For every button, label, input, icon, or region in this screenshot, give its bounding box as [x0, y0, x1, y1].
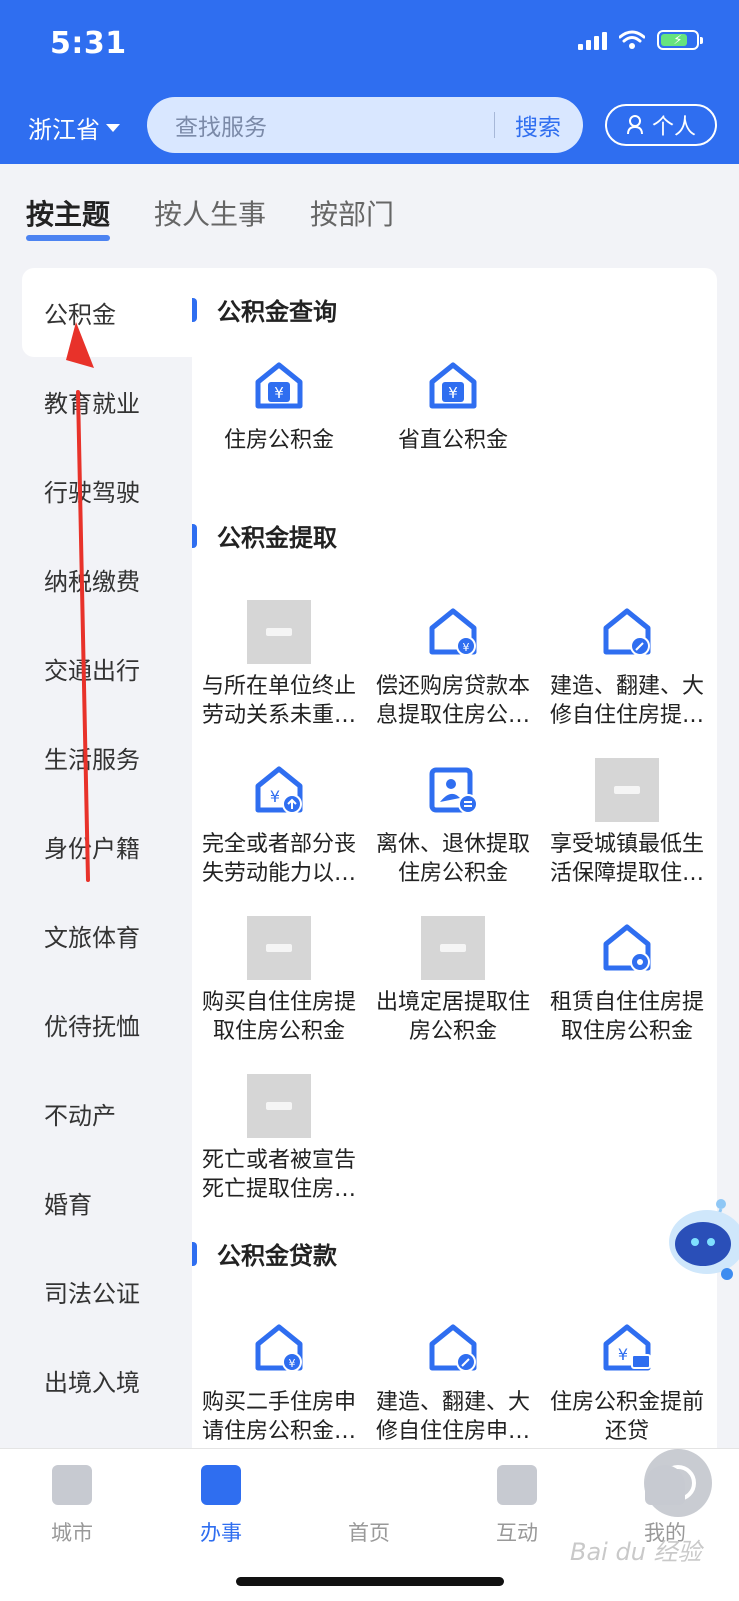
- service-item[interactable]: 死亡或者被宣告死亡提取住房公积金: [192, 1074, 366, 1204]
- sidebar-item-education[interactable]: 教育就业: [0, 357, 192, 446]
- image-placeholder: [421, 916, 485, 980]
- section-title: 公积金贷款: [192, 1236, 337, 1271]
- section-title: 公积金查询: [192, 292, 337, 327]
- top-header: 5:31 ⚡ 浙江省 查找服务 搜索 个人: [0, 0, 739, 164]
- house-hammer-icon: [421, 1316, 485, 1380]
- search-input[interactable]: 查找服务: [175, 108, 494, 142]
- sidebar-item-housing-fund[interactable]: 公积金: [22, 268, 192, 357]
- svg-text:¥: ¥: [463, 641, 470, 654]
- sidebar-item-preferential[interactable]: 优待抚恤: [0, 980, 192, 1069]
- status-time: 5:31: [50, 26, 127, 61]
- image-placeholder: [247, 1074, 311, 1138]
- nav-home[interactable]: 首页: [309, 1449, 712, 1547]
- image-placeholder: [595, 758, 659, 822]
- service-item[interactable]: 建造、翻建、大修自住住房提取住房公积金: [540, 600, 714, 730]
- house-yuan-card-icon: ¥: [595, 1316, 659, 1380]
- sidebar-item-driving[interactable]: 行驶驾驶: [0, 446, 192, 535]
- house-yuan-icon: ¥: [421, 354, 485, 418]
- robot-assistant-icon[interactable]: [665, 1190, 739, 1290]
- sidebar-item-transport[interactable]: 交通出行: [0, 624, 192, 713]
- category-tabs: 按主题 按人生事 按部门: [26, 193, 394, 241]
- watermark-text: Bai du 经验: [570, 1538, 702, 1566]
- service-item[interactable]: ¥ 住房公积金: [192, 354, 366, 455]
- building-icon: [52, 1465, 92, 1505]
- status-icons: ⚡: [578, 30, 703, 50]
- chevron-down-icon: [106, 123, 120, 132]
- svg-text:¥: ¥: [270, 787, 280, 806]
- house-badge-icon: [595, 916, 659, 980]
- cellular-signal-icon: [578, 30, 607, 50]
- chat-icon: [497, 1465, 537, 1505]
- province-label: 浙江省: [28, 116, 100, 144]
- service-item[interactable]: 租赁自住住房提取住房公积金: [540, 916, 714, 1046]
- house-hammer-icon: [595, 600, 659, 664]
- sidebar-item-exit-entry[interactable]: 出境入境: [0, 1336, 192, 1425]
- service-item[interactable]: ¥ 住房公积金提前还贷: [540, 1316, 714, 1446]
- nav-services[interactable]: 办事: [161, 1465, 281, 1547]
- svg-text:¥: ¥: [289, 1357, 296, 1370]
- service-panel: 公积金查询 ¥ 住房公积金 ¥ 省直公积金 公积金提取 与所在单位终止劳动关系未…: [192, 268, 717, 1448]
- sidebar-item-marriage[interactable]: 婚育: [0, 1158, 192, 1247]
- sidebar-item-identity[interactable]: 身份户籍: [0, 802, 192, 891]
- personal-label: 个人: [651, 115, 696, 140]
- image-placeholder: [247, 916, 311, 980]
- search-button[interactable]: 搜索: [515, 108, 561, 142]
- house-yuan-up-icon: ¥: [247, 758, 311, 822]
- svg-text:¥: ¥: [618, 1345, 628, 1364]
- sidebar-item-culture-sports[interactable]: 文旅体育: [0, 891, 192, 980]
- nav-interact[interactable]: 互动: [457, 1465, 577, 1547]
- service-item[interactable]: 建造、翻建、大修自住住房申请住房公积金贷款: [366, 1316, 540, 1446]
- clipboard-icon: [201, 1465, 241, 1505]
- retiree-card-icon: [421, 758, 485, 822]
- service-item[interactable]: 购买自住住房提取住房公积金: [192, 916, 366, 1046]
- section-title: 公积金提取: [192, 518, 337, 553]
- person-icon: [645, 1465, 685, 1505]
- sidebar-item-tax[interactable]: 纳税缴费: [0, 535, 192, 624]
- service-item[interactable]: ¥ 购买二手住房申请住房公积金贷款: [192, 1316, 366, 1446]
- wifi-icon: [619, 30, 645, 49]
- battery-icon: ⚡: [657, 30, 703, 50]
- tab-by-theme[interactable]: 按主题: [26, 193, 111, 241]
- service-item[interactable]: ¥ 完全或者部分丧失劳动能力以致与单位终止劳动关系提取住房公积金: [192, 758, 366, 888]
- tab-by-department[interactable]: 按部门: [310, 193, 394, 233]
- province-selector[interactable]: 浙江省: [28, 110, 120, 145]
- service-item[interactable]: 离休、退休提取住房公积金: [366, 758, 540, 888]
- sidebar-item-notary[interactable]: 司法公证: [0, 1247, 192, 1336]
- personal-button[interactable]: 个人: [605, 104, 717, 146]
- user-icon: [626, 115, 643, 135]
- house-yuan-badge-icon: ¥: [247, 1316, 311, 1380]
- sidebar-item-real-estate[interactable]: 不动产: [0, 1069, 192, 1158]
- house-yuan-icon: ¥: [247, 354, 311, 418]
- search-bar[interactable]: 查找服务 搜索: [147, 97, 583, 153]
- house-yuan-badge-icon: ¥: [421, 600, 485, 664]
- service-item[interactable]: ¥ 偿还购房贷款本息提取住房公积金: [366, 600, 540, 730]
- home-indicator[interactable]: [236, 1577, 504, 1586]
- svg-text:¥: ¥: [448, 384, 458, 402]
- service-item[interactable]: 享受城镇最低生活保障提取住房公积金: [540, 758, 714, 888]
- nav-city[interactable]: 城市: [12, 1465, 132, 1547]
- theme-sidebar: 公积金 教育就业 行驶驾驶 纳税缴费 交通出行 生活服务 身份户籍 文旅体育 优…: [0, 268, 192, 1425]
- svg-text:¥: ¥: [274, 384, 284, 402]
- sidebar-item-life-services[interactable]: 生活服务: [0, 713, 192, 802]
- service-item[interactable]: ¥ 省直公积金: [366, 354, 540, 455]
- search-divider: [494, 112, 495, 138]
- tab-by-life-event[interactable]: 按人生事: [154, 193, 266, 233]
- image-placeholder: [247, 600, 311, 664]
- service-item[interactable]: 与所在单位终止劳动关系未重新就业提取住房公积金: [192, 600, 366, 730]
- service-item[interactable]: 出境定居提取住房公积金: [366, 916, 540, 1046]
